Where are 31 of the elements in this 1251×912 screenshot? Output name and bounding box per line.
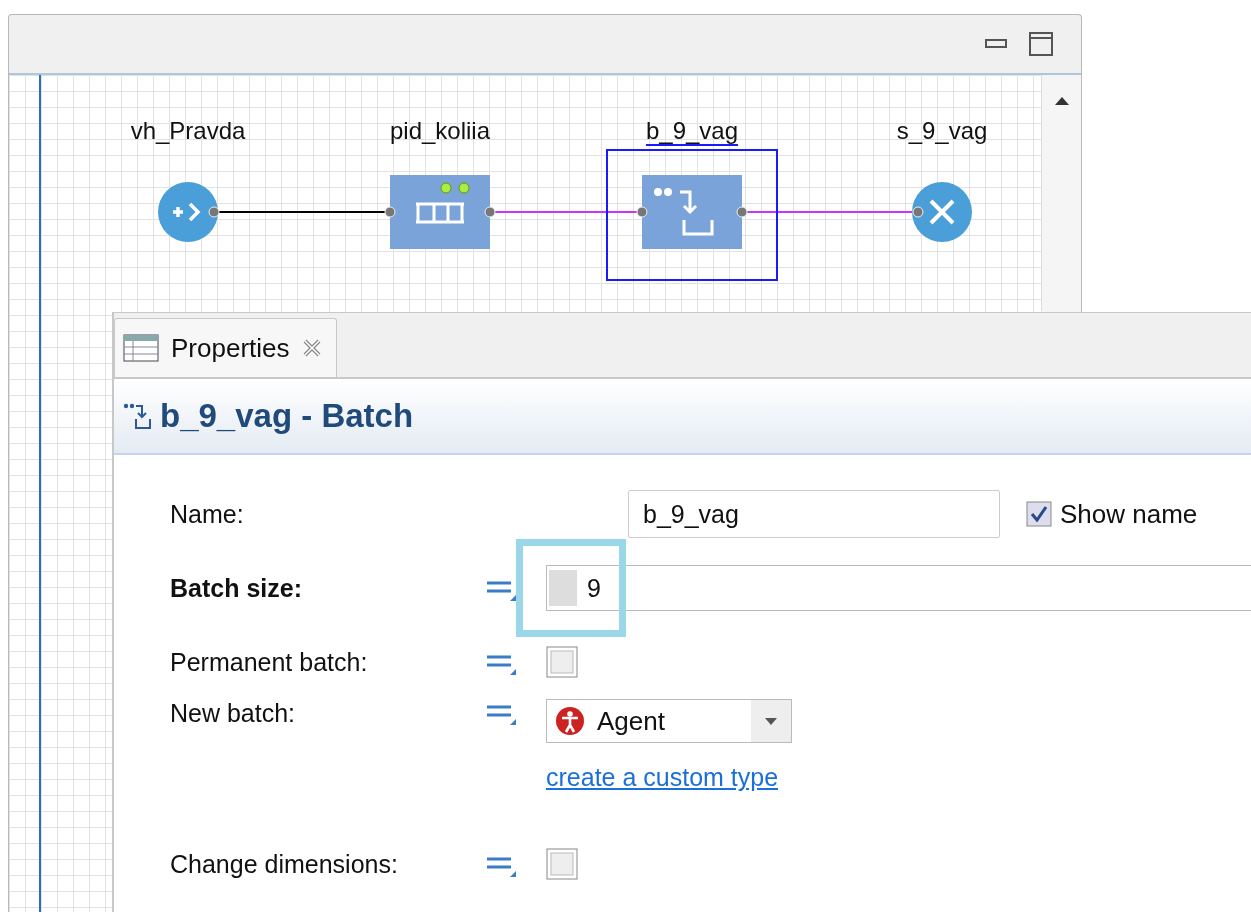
node-label: vh_Pravda [130,117,246,144]
field-label: New batch: [170,699,297,728]
field-label: Name: [170,499,245,529]
node-label: s_9_vag [896,117,988,144]
checkbox[interactable] [1026,501,1052,527]
person-icon [555,706,585,736]
dropdown-arrow-icon[interactable] [765,717,777,725]
scroll-up-icon[interactable] [1054,97,1069,105]
checkbox-label: Show name [1060,498,1198,530]
node-label: pid_koliia [389,117,491,144]
table-icon [123,334,159,362]
name-field[interactable]: b_9_vag [628,490,1000,538]
field-label: Permanent batch: [170,647,369,677]
checkbox[interactable] [546,646,578,678]
source-node-icon[interactable] [158,182,220,242]
node-label: b_9_vag [645,117,739,146]
panel-title: b_9_vag - Batch [160,397,414,435]
maximize-icon[interactable] [1029,32,1053,56]
minimize-icon[interactable] [985,39,1007,49]
batch-icon [122,401,152,431]
sink-node-icon[interactable] [912,182,972,242]
field-label: Batch size: [170,573,303,603]
batch-node-icon[interactable] [636,175,748,249]
close-icon[interactable] [301,338,322,358]
properties-tab[interactable]: Properties [114,318,337,377]
custom-type-link[interactable]: create a custom type [546,763,792,792]
batch-size-field[interactable]: 9 [546,565,1251,611]
field-label: Change dimensions: [170,849,399,879]
agent-dropdown[interactable]: Agent [546,699,792,743]
queue-node-icon[interactable] [384,175,496,249]
checkbox[interactable] [546,848,578,880]
